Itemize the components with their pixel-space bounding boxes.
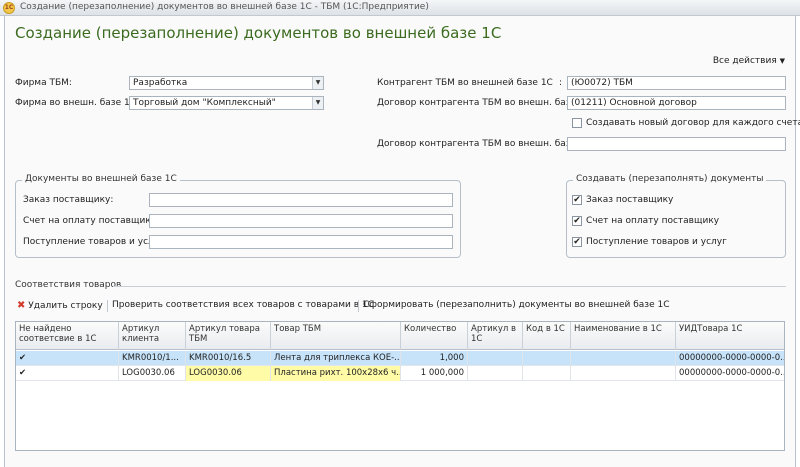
- contractor-label: Контрагент ТБМ во внешней базе 1С: [377, 78, 553, 88]
- tbm-goods-cell: Пластина рихт. 100х28х6 ч...: [271, 366, 401, 381]
- create-order-label: Заказ поставщику: [586, 195, 674, 205]
- window-titlebar: 1С Создание (перезаполнение) документов …: [0, 0, 800, 16]
- all-actions-label: Все действия: [712, 56, 777, 66]
- col-client-article[interactable]: Артикул клиента: [119, 322, 186, 350]
- contract2-field[interactable]: [567, 137, 786, 151]
- col-tbm-article[interactable]: Артикул товара ТБМ: [186, 322, 271, 350]
- create-group-title: Создавать (перезаполнять) документы: [573, 174, 767, 184]
- order-label: Заказ поставщику:: [23, 195, 114, 205]
- firm-ext-label: Фирма во внешн. базе 1С:: [15, 98, 140, 108]
- dropdown-arrow-icon[interactable]: ▼: [312, 97, 323, 109]
- not-found-cell: ✔: [16, 351, 119, 366]
- tbm-article-cell: LOG0030.06: [186, 366, 271, 381]
- contract-field[interactable]: (01211) Основной договор: [567, 96, 786, 110]
- goods-table[interactable]: Не найдено соответсвие в 1С Артикул клие…: [15, 321, 785, 451]
- delete-row-label: Удалить строку: [28, 301, 103, 311]
- 1c-article-cell: [468, 351, 523, 366]
- tbm-goods-cell: Лента для триплекса КОЕ-...: [271, 351, 401, 366]
- window-title: Создание (перезаполнение) документов во …: [20, 2, 429, 12]
- create-order-checkbox[interactable]: ✔: [572, 195, 582, 205]
- table-row[interactable]: ✔ LOG0030.06 LOG0030.06 Пластина рихт. 1…: [16, 366, 784, 381]
- new-contract-checkbox[interactable]: [572, 118, 582, 128]
- dropdown-arrow-icon[interactable]: ▼: [312, 77, 323, 89]
- chevron-down-icon: ▼: [779, 57, 785, 65]
- all-actions-menu[interactable]: Все действия ▼: [713, 56, 785, 66]
- toolbar-separator: [358, 300, 359, 312]
- invoice-field[interactable]: [149, 214, 453, 228]
- contractor-field[interactable]: (Ю0072) ТБМ: [567, 76, 786, 90]
- firm-tbm-select[interactable]: Разработка ▼: [129, 76, 324, 90]
- col-1c-code[interactable]: Код в 1С: [523, 322, 571, 350]
- create-invoice-label: Счет на оплату поставщику: [586, 216, 720, 226]
- col-quantity[interactable]: Количество: [401, 322, 468, 350]
- form-window: Создание (перезаполнение) документов во …: [4, 16, 800, 467]
- docs-group-title: Документы во внешней базе 1С: [22, 174, 180, 184]
- delete-icon: ✖: [17, 300, 26, 311]
- new-contract-label: Создавать новый договор для каждого счет…: [586, 118, 800, 128]
- goods-section-title: Соответствия товаров: [15, 280, 122, 290]
- col-tbm-goods[interactable]: Товар ТБМ: [271, 322, 401, 350]
- table-header: Не найдено соответсвие в 1С Артикул клие…: [16, 322, 784, 350]
- create-invoice-checkbox[interactable]: ✔: [572, 216, 582, 226]
- 1c-article-cell: [468, 366, 523, 381]
- delete-row-button[interactable]: ✖ Удалить строку: [17, 300, 103, 311]
- receipt-label: Поступление товаров и услуг:: [23, 237, 167, 247]
- col-not-found[interactable]: Не найдено соответсвие в 1С: [16, 322, 119, 350]
- 1c-name-cell: [571, 351, 676, 366]
- 1c-uid-cell: 00000000-0000-0000-0...: [676, 351, 784, 366]
- 1c-name-cell: [571, 366, 676, 381]
- firm-tbm-label: Фирма ТБМ:: [15, 78, 72, 88]
- invoice-label: Счет на оплату поставщику :: [23, 216, 162, 226]
- contract2-label: Договор контрагента ТБМ во внешн. базе:: [377, 139, 580, 149]
- client-article-cell: LOG0030.06: [119, 366, 186, 381]
- col-1c-uid[interactable]: УИДТовара 1С: [676, 322, 784, 350]
- firm-ext-value: Торговый дом "Комплексный": [133, 98, 276, 108]
- receipt-field[interactable]: [149, 235, 453, 249]
- 1c-code-cell: [523, 351, 571, 366]
- check-all-button[interactable]: Проверить соответствия всех товаров с то…: [112, 300, 374, 310]
- firm-ext-select[interactable]: Торговый дом "Комплексный" ▼: [129, 96, 324, 110]
- 1c-code-cell: [523, 366, 571, 381]
- create-receipt-label: Поступление товаров и услуг: [586, 237, 727, 247]
- app-logo-icon: 1С: [3, 2, 15, 14]
- create-receipt-checkbox[interactable]: ✔: [572, 237, 582, 247]
- firm-tbm-value: Разработка: [133, 78, 188, 88]
- not-found-cell: ✔: [16, 366, 119, 381]
- quantity-cell: 1 000,000: [401, 366, 468, 381]
- 1c-uid-cell: 00000000-0000-0000-0...: [676, 366, 784, 381]
- create-docs-button[interactable]: Сформировать (перезаполнить) документы в…: [363, 300, 670, 310]
- page-title: Создание (перезаполнение) документов во …: [15, 24, 502, 42]
- contract-label: Договор контрагента ТБМ во внешн. базе:: [377, 98, 580, 108]
- contractor-colon: :: [559, 78, 563, 88]
- client-article-cell: KMR0010/1...: [119, 351, 186, 366]
- col-1c-article[interactable]: Артикул в 1С: [468, 322, 523, 350]
- toolbar-separator: [107, 300, 108, 312]
- quantity-cell: 1,000: [401, 351, 468, 366]
- col-1c-name[interactable]: Наименование в 1С: [571, 322, 676, 350]
- tbm-article-cell: KMR0010/16.5: [186, 351, 271, 366]
- section-divider: [113, 286, 786, 287]
- order-field[interactable]: [149, 193, 453, 207]
- table-row[interactable]: ✔ KMR0010/1... KMR0010/16.5 Лента для тр…: [16, 351, 784, 366]
